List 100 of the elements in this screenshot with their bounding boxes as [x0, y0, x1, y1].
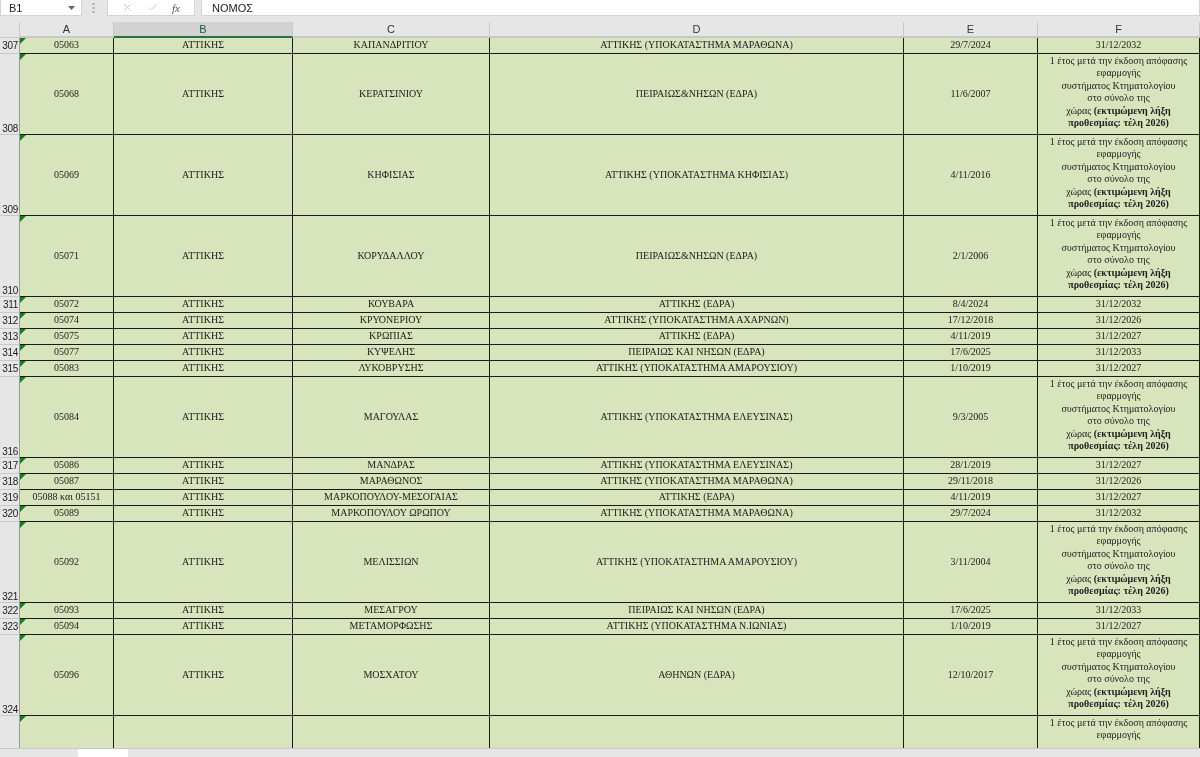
table-cell: ΑΤΤΙΚΗΣ (ΕΔΡΑ)	[490, 490, 904, 506]
table-cell: 05074	[20, 313, 114, 329]
table-cell: ΑΤΤΙΚΗΣ	[114, 361, 293, 377]
table-cell: ΚΡΥΟΝΕΡΙΟΥ	[293, 313, 490, 329]
table-cell: ΚΗΦΙΣΙΑΣ	[293, 135, 490, 216]
sheet-tab[interactable]	[78, 749, 128, 757]
row-header[interactable]: 321	[0, 522, 20, 603]
table-cell: ΑΤΤΙΚΗΣ	[114, 619, 293, 635]
table-cell: 31/12/2032	[1095, 507, 1142, 520]
table-cell: ΛΥΚΟΒΡΥΣΗΣ	[293, 361, 490, 377]
cancel-icon[interactable]	[122, 2, 133, 13]
column-header[interactable]: D	[490, 22, 904, 38]
formula-field[interactable]: ΝΟΜΟΣ	[201, 0, 1200, 16]
table-cell: 05077	[20, 345, 114, 361]
table-cell: ΜΑΡΚΟΠΟΥΛΟΥ ΩΡΩΠΟΥ	[293, 506, 490, 522]
column-header[interactable]: F	[1038, 22, 1200, 38]
row-header[interactable]: 318	[0, 474, 20, 490]
row-header[interactable]: 309	[0, 135, 20, 216]
table-cell: 31/12/2027	[1095, 330, 1142, 343]
table-cell: 05093	[20, 603, 114, 619]
table-cell: ΑΤΤΙΚΗΣ	[114, 329, 293, 345]
row-header[interactable]: 308	[0, 54, 20, 135]
table-cell: 1 έτος μετά την έκδοση απόφασης εφαρμογής συστήματος Κτηματολογίου στο σύνολο της χώρας (εκτιμώμενη λήξη προθεσμίας: τέλη 2026)	[1049, 636, 1188, 711]
table-cell: 1 έτος μετά την έκδοση απόφασης εφαρμογής	[1049, 717, 1188, 742]
table-cell: ΑΤΤΙΚΗΣ	[114, 216, 293, 297]
table-cell: 9/3/2005	[904, 377, 1038, 458]
table-cell: 1/10/2019	[904, 619, 1038, 635]
table-cell: 4/11/2019	[904, 490, 1038, 506]
table-cell: 1 έτος μετά την έκδοση απόφασης εφαρμογής συστήματος Κτηματολογίου στο σύνολο της χώρας (εκτιμώμενη λήξη προθεσμίας: τέλη 2026)	[1049, 55, 1188, 130]
table-cell: 05087	[20, 474, 114, 490]
table-cell: ΑΤΤΙΚΗΣ (ΕΔΡΑ)	[490, 297, 904, 313]
table-cell: 8/4/2024	[904, 297, 1038, 313]
row-header[interactable]: 314	[0, 345, 20, 361]
select-all-corner[interactable]	[0, 22, 20, 38]
table-cell: 11/6/2007	[904, 54, 1038, 135]
table-cell: 1 έτος μετά την έκδοση απόφασης εφαρμογής συστήματος Κτηματολογίου στο σύνολο της χώρας (εκτιμώμενη λήξη προθεσμίας: τέλη 2026)	[1049, 136, 1188, 211]
row-header[interactable]: 319	[0, 490, 20, 506]
row-header[interactable]: 317	[0, 458, 20, 474]
table-cell: ΑΤΤΙΚΗΣ	[114, 297, 293, 313]
row-header[interactable]: 311	[0, 297, 20, 313]
row-header[interactable]: 324	[0, 635, 20, 716]
table-cell: ΑΤΤΙΚΗΣ	[114, 490, 293, 506]
row-header[interactable]: 323	[0, 619, 20, 635]
table-cell: 05096	[20, 635, 114, 716]
table-cell: ΑΤΤΙΚΗΣ	[114, 506, 293, 522]
table-cell: 1 έτος μετά την έκδοση απόφασης εφαρμογής συστήματος Κτηματολογίου στο σύνολο της χώρας (εκτιμώμενη λήξη προθεσμίας: τέλη 2026)	[1049, 378, 1188, 453]
table-cell: 05063	[20, 38, 114, 54]
table-cell: ΑΤΤΙΚΗΣ (ΥΠΟΚΑΤΑΣΤΗΜΑ ΜΑΡΑΘΩΝΑ)	[490, 38, 904, 54]
caret-icon[interactable]	[68, 5, 75, 10]
table-cell: ΑΤΤΙΚΗΣ (ΥΠΟΚΑΤΑΣΤΗΜΑ ΑΧΑΡΝΩΝ)	[490, 313, 904, 329]
column-header[interactable]: A	[20, 22, 114, 38]
row-header[interactable]: 316	[0, 377, 20, 458]
table-cell: ΑΤΤΙΚΗΣ	[114, 603, 293, 619]
table-cell: ΠΕΙΡΑΙΩΣ ΚΑΙ ΝΗΣΩΝ (ΕΔΡΑ)	[490, 603, 904, 619]
check-icon[interactable]	[147, 2, 158, 13]
table-cell: 17/6/2025	[904, 345, 1038, 361]
column-header[interactable]: B	[114, 22, 293, 38]
table-cell: ΠΕΙΡΑΙΩΣ ΚΑΙ ΝΗΣΩΝ (ΕΔΡΑ)	[490, 345, 904, 361]
table-cell: 28/1/2019	[904, 458, 1038, 474]
table-cell: ΚΕΡΑΤΣΙΝΙΟΥ	[293, 54, 490, 135]
table-cell: ΜΕΤΑΜΟΡΦΩΣΗΣ	[293, 619, 490, 635]
table-cell: ΑΤΤΙΚΗΣ (ΕΔΡΑ)	[490, 329, 904, 345]
column-header[interactable]: C	[293, 22, 490, 38]
insert-function-button[interactable]: fx	[172, 1, 180, 14]
row-header[interactable]: 310	[0, 216, 20, 297]
table-cell: 3/11/2004	[904, 522, 1038, 603]
table-cell: ΑΤΤΙΚΗΣ (ΥΠΟΚΑΤΑΣΤΗΜΑ ΜΑΡΑΘΩΝΑ)	[490, 506, 904, 522]
row-header[interactable]: 315	[0, 361, 20, 377]
column-header[interactable]: E	[904, 22, 1038, 38]
table-cell: ΑΤΤΙΚΗΣ	[114, 458, 293, 474]
table-cell: ΑΤΤΙΚΗΣ	[114, 522, 293, 603]
table-cell: 31/12/2027	[1095, 459, 1142, 472]
row-header[interactable]: 307	[0, 38, 20, 54]
table-cell: ΑΤΤΙΚΗΣ (ΥΠΟΚΑΤΑΣΤΗΜΑ ΑΜΑΡΟΥΣΙΟΥ)	[490, 522, 904, 603]
table-cell: ΑΤΤΙΚΗΣ	[114, 635, 293, 716]
table-cell: ΑΘΗΝΩΝ (ΕΔΡΑ)	[490, 635, 904, 716]
table-cell: ΑΤΤΙΚΗΣ	[114, 313, 293, 329]
table-cell: 31/12/2026	[1095, 475, 1142, 488]
row-header[interactable]: 312	[0, 313, 20, 329]
row-header[interactable]: 322	[0, 603, 20, 619]
table-cell: 29/7/2024	[904, 506, 1038, 522]
table-cell: ΜΕΛΙΣΣΙΩΝ	[293, 522, 490, 603]
table-cell: 12/10/2017	[904, 635, 1038, 716]
table-cell: ΑΤΤΙΚΗΣ	[114, 474, 293, 490]
table-cell: ΚΟΡΥΔΑΛΛΟΥ	[293, 216, 490, 297]
row-header[interactable]: 320	[0, 506, 20, 522]
table-cell: ΑΤΤΙΚΗΣ	[114, 38, 293, 54]
table-cell: ΚΑΠΑΝΔΡΙΤΙΟΥ	[293, 38, 490, 54]
table-cell: 31/12/2033	[1095, 346, 1142, 359]
table-cell: 05072	[20, 297, 114, 313]
table-cell: 05083	[20, 361, 114, 377]
row-header[interactable]: 313	[0, 329, 20, 345]
table-cell: 05094	[20, 619, 114, 635]
table-cell: 17/12/2018	[904, 313, 1038, 329]
table-cell: 2/1/2006	[904, 216, 1038, 297]
table-cell: ΜΑΝΔΡΑΣ	[293, 458, 490, 474]
table-cell: ΜΑΡΚΟΠΟΥΛΟΥ-ΜΕΣΟΓΑΙΑΣ	[293, 490, 490, 506]
table-cell: ΠΕΙΡΑΙΩΣ&ΝΗΣΩΝ (ΕΔΡΑ)	[490, 216, 904, 297]
name-box[interactable]: B1	[0, 0, 82, 16]
table-cell: ΑΤΤΙΚΗΣ (ΥΠΟΚΑΤΑΣΤΗΜΑ Ν.ΙΩΝΙΑΣ)	[490, 619, 904, 635]
